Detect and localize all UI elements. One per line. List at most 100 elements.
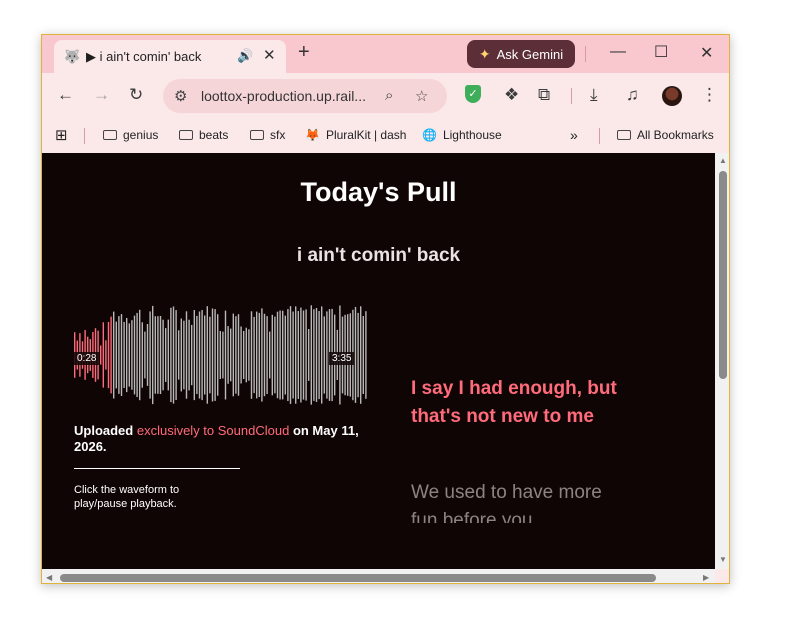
waveform-bar[interactable] bbox=[219, 331, 221, 379]
bookmark-genius[interactable]: genius bbox=[103, 128, 158, 142]
waveform-bar[interactable] bbox=[243, 331, 245, 379]
waveform-bar[interactable] bbox=[227, 326, 229, 384]
waveform-bar[interactable] bbox=[178, 330, 180, 380]
waveform-bar[interactable] bbox=[126, 318, 128, 393]
waveform-bar[interactable] bbox=[360, 306, 362, 404]
horizontal-scroll-thumb[interactable] bbox=[60, 574, 656, 582]
waveform-bar[interactable] bbox=[159, 316, 162, 394]
waveform-bar[interactable] bbox=[284, 315, 286, 395]
waveform-bar[interactable] bbox=[313, 309, 315, 401]
waveform-bar[interactable] bbox=[230, 328, 232, 382]
waveform-bar[interactable] bbox=[305, 309, 307, 401]
waveform-bar[interactable] bbox=[245, 327, 247, 383]
waveform-bar[interactable] bbox=[110, 316, 112, 394]
waveform-bar[interactable] bbox=[300, 307, 302, 403]
new-tab-plus-icon[interactable]: + bbox=[298, 41, 310, 64]
waveform-bar[interactable] bbox=[250, 311, 253, 399]
more-bookmarks-chevron-icon[interactable]: » bbox=[570, 127, 578, 143]
waveform-bar[interactable] bbox=[144, 331, 146, 379]
waveform-bar[interactable] bbox=[196, 315, 198, 394]
waveform-bar[interactable] bbox=[326, 311, 328, 399]
waveform-bar[interactable] bbox=[180, 318, 182, 392]
waveform-bar[interactable] bbox=[146, 324, 149, 386]
waveform-bar[interactable] bbox=[276, 311, 279, 399]
window-close-icon[interactable]: ✕ bbox=[700, 43, 713, 63]
waveform-bar[interactable] bbox=[175, 310, 177, 400]
waveform-bar[interactable] bbox=[183, 320, 185, 390]
waveform-bar[interactable] bbox=[113, 311, 115, 399]
bookmark-lighthouse[interactable]: 🌐 Lighthouse bbox=[422, 128, 502, 142]
star-bookmark-icon[interactable]: ☆ bbox=[415, 87, 428, 105]
waveform-bar[interactable] bbox=[271, 314, 273, 396]
forward-arrow-icon[interactable]: → bbox=[93, 85, 110, 105]
waveform-bar[interactable] bbox=[365, 311, 367, 399]
waveform-graphic[interactable] bbox=[74, 305, 368, 409]
waveform-bar[interactable] bbox=[115, 321, 117, 389]
waveform-bar[interactable] bbox=[149, 311, 151, 399]
minimize-icon[interactable]: — bbox=[610, 43, 626, 61]
waveform-bar[interactable] bbox=[157, 316, 159, 394]
waveform-bar[interactable] bbox=[204, 315, 206, 395]
waveform-bar[interactable] bbox=[118, 316, 120, 394]
bookmark-pluralkit[interactable]: 🦊 PluralKit | dash bbox=[305, 128, 406, 142]
all-bookmarks[interactable]: All Bookmarks bbox=[617, 128, 714, 142]
waveform-bar[interactable] bbox=[362, 316, 364, 394]
waveform-bar[interactable] bbox=[170, 307, 172, 403]
reload-icon[interactable]: ↻ bbox=[129, 85, 143, 105]
media-control-icon[interactable]: ♫ bbox=[626, 85, 639, 105]
address-bar[interactable]: ⚙ loottox-production.up.rail... ⌕ ☆ bbox=[163, 79, 447, 113]
tab-active[interactable]: 🐺 ▶ i ain't comin' back 🔊 ✕ bbox=[54, 40, 286, 74]
zoom-search-icon[interactable]: ⌕ bbox=[385, 87, 393, 104]
bookmark-sfx[interactable]: sfx bbox=[250, 128, 285, 142]
waveform-bar[interactable] bbox=[256, 311, 258, 399]
waveform-bar[interactable] bbox=[188, 319, 190, 391]
waveform-bar[interactable] bbox=[308, 329, 310, 381]
waveform-bar[interactable] bbox=[261, 308, 263, 402]
apps-grid-icon[interactable]: ⊞ bbox=[55, 126, 68, 144]
waveform-bar[interactable] bbox=[232, 313, 234, 397]
maximize-icon[interactable]: ☐ bbox=[654, 42, 668, 62]
waveform-bar[interactable] bbox=[222, 331, 224, 379]
waveform-bar[interactable] bbox=[165, 328, 167, 382]
waveform-bar[interactable] bbox=[217, 314, 219, 396]
waveform-bar[interactable] bbox=[269, 331, 271, 379]
scroll-right-arrow-icon[interactable]: ▶ bbox=[703, 573, 709, 582]
waveform-bar[interactable] bbox=[237, 314, 240, 396]
waveform-bar[interactable] bbox=[154, 316, 156, 394]
bookmark-beats[interactable]: beats bbox=[179, 128, 228, 142]
waveform-bar[interactable] bbox=[354, 307, 357, 403]
ask-gemini-button[interactable]: ✦ Ask Gemini bbox=[467, 40, 575, 68]
menu-kebab-icon[interactable]: ⋮ bbox=[701, 85, 718, 105]
waveform-bar[interactable] bbox=[167, 319, 169, 391]
extension-icon[interactable]: ❖ bbox=[504, 85, 519, 105]
waveform-bar[interactable] bbox=[211, 308, 214, 402]
download-icon[interactable]: ⤓ bbox=[590, 85, 598, 105]
waveform-bar[interactable] bbox=[201, 310, 203, 401]
speaker-icon[interactable]: 🔊 bbox=[237, 48, 253, 64]
waveform-bar[interactable] bbox=[206, 306, 208, 404]
profile-avatar[interactable] bbox=[662, 86, 682, 106]
waveform[interactable] bbox=[74, 305, 368, 409]
waveform-bar[interactable] bbox=[310, 305, 312, 405]
waveform-bar[interactable] bbox=[287, 309, 289, 401]
site-settings-icon[interactable]: ⚙ bbox=[174, 87, 187, 105]
waveform-bar[interactable] bbox=[318, 311, 320, 400]
scroll-up-arrow-icon[interactable]: ▲ bbox=[719, 156, 727, 165]
waveform-bar[interactable] bbox=[302, 310, 305, 400]
vertical-scrollbar[interactable]: ▲ ▼ bbox=[715, 153, 729, 569]
waveform-bar[interactable] bbox=[214, 309, 216, 401]
waveform-bar[interactable] bbox=[120, 314, 123, 396]
back-arrow-icon[interactable]: ← bbox=[57, 85, 74, 105]
waveform-bar[interactable] bbox=[198, 311, 201, 399]
soundcloud-link[interactable]: exclusively to SoundCloud bbox=[137, 423, 289, 438]
waveform-bar[interactable] bbox=[141, 322, 143, 388]
waveform-bar[interactable] bbox=[240, 326, 242, 384]
waveform-bar[interactable] bbox=[289, 306, 292, 404]
waveform-bar[interactable] bbox=[105, 340, 107, 370]
waveform-bar[interactable] bbox=[131, 320, 133, 390]
waveform-bar[interactable] bbox=[191, 324, 193, 386]
close-icon[interactable]: ✕ bbox=[263, 46, 276, 64]
waveform-bar[interactable] bbox=[162, 319, 164, 391]
waveform-bar[interactable] bbox=[248, 329, 250, 381]
shield-extension-icon[interactable]: ✓ bbox=[465, 85, 481, 103]
